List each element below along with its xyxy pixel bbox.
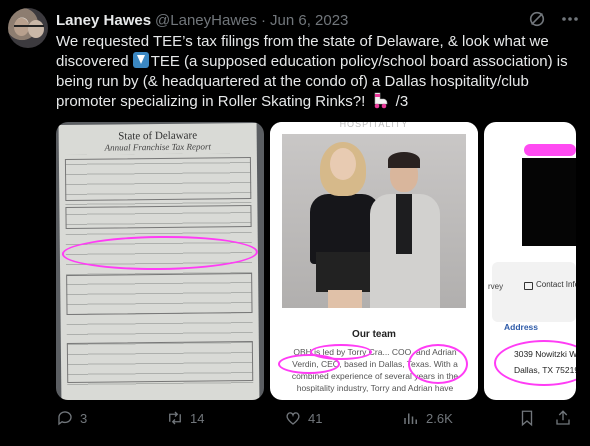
media-tax-report[interactable]: State of Delaware Annual Franchise Tax R…: [56, 122, 264, 400]
tweet-date[interactable]: Jun 6, 2023: [270, 12, 348, 29]
contact-tab-bar: [492, 262, 576, 322]
survey-tab: rvey: [488, 282, 504, 291]
like-count: 41: [308, 410, 323, 426]
media-our-team[interactable]: HOSPITALITY Our team OBH is led by Torry…: [270, 122, 478, 400]
doc-box-directors: [66, 273, 253, 315]
tweet-line-4: promoter specializing in Roller Skating …: [56, 92, 582, 112]
tax-report-document: State of Delaware Annual Franchise Tax R…: [58, 122, 260, 400]
doc-box-officers: [65, 205, 252, 229]
retweet-button[interactable]: 14: [166, 408, 204, 428]
team-title: Our team: [352, 329, 396, 340]
woman-face: [330, 148, 356, 180]
reply-icon: [58, 411, 72, 426]
tweet-line-4-end: /3: [391, 93, 409, 110]
reply-button[interactable]: 3: [56, 408, 87, 428]
pink-highlight-circle: [278, 354, 340, 374]
team-photo: [282, 134, 466, 308]
doc-box-signature: [66, 341, 254, 383]
views-count: 2.6K: [426, 410, 453, 426]
tweet-line-2-end: TEE (a supposed education policy/school …: [150, 53, 568, 70]
address-label: Address: [504, 322, 539, 332]
avatar-glasses: [14, 25, 44, 29]
tweet-line-1: We requested TEE’s tax filings from the …: [56, 33, 549, 50]
separator-dot: ·: [261, 11, 266, 29]
tweet-line-2-start: discovered: [56, 53, 133, 70]
woman-skirt: [316, 252, 374, 292]
down-arrow-emoji-icon: [132, 52, 149, 68]
redacted-block: [522, 158, 576, 246]
tweet-line-2: discovered TEE (a supposed education pol…: [56, 52, 582, 72]
man-shirt: [396, 194, 412, 254]
man-hair: [388, 152, 420, 168]
woman-legs: [328, 290, 362, 308]
author-name[interactable]: Laney Hawes: [56, 12, 151, 29]
like-button[interactable]: 41: [284, 408, 322, 428]
tweet[interactable]: Laney Hawes @LaneyHawes · Jun 6, 2023 We…: [0, 0, 590, 446]
reply-count: 3: [80, 410, 88, 426]
more-icon[interactable]: [560, 10, 580, 28]
tweet-line-4-start: promoter specializing in Roller Skating …: [56, 93, 370, 110]
views-icon: [404, 413, 417, 424]
doc-subtitle: Annual Franchise Tax Report: [104, 141, 212, 153]
pink-highlight-circle: [494, 340, 576, 386]
like-icon: [286, 412, 300, 425]
bookmark-icon: [521, 410, 533, 427]
media-contact-info[interactable]: rvey Contact Info Address 3039 Nowitzki …: [484, 122, 576, 400]
views-button[interactable]: 2.6K: [402, 408, 453, 428]
action-bar: 3 14 41 2.6K: [56, 408, 576, 428]
pink-highlight-bar: [524, 144, 576, 156]
media-carousel[interactable]: State of Delaware Annual Franchise Tax R…: [56, 122, 576, 400]
tweet-line-3: being run by (& headquartered at the con…: [56, 73, 529, 90]
roller-skate-emoji-icon: [375, 92, 388, 109]
share-button[interactable]: [554, 408, 578, 428]
grok-icon[interactable]: [528, 10, 546, 28]
bookmark-button[interactable]: [518, 408, 542, 428]
doc-box-header: [64, 157, 252, 201]
avatar-face-right: [28, 20, 44, 38]
avatar[interactable]: [8, 8, 48, 48]
retweet-count: 14: [190, 410, 205, 426]
retweet-icon: [169, 411, 181, 425]
tweet-header: Laney Hawes @LaneyHawes · Jun 6, 2023: [56, 10, 348, 30]
tweet-text: We requested TEE’s tax filings from the …: [56, 32, 582, 112]
contact-icon: [524, 282, 533, 290]
author-handle[interactable]: @LaneyHawes: [155, 12, 257, 29]
share-icon: [556, 410, 570, 425]
contact-info-tab: Contact Info: [536, 280, 576, 289]
pink-highlight-circle: [408, 344, 468, 384]
